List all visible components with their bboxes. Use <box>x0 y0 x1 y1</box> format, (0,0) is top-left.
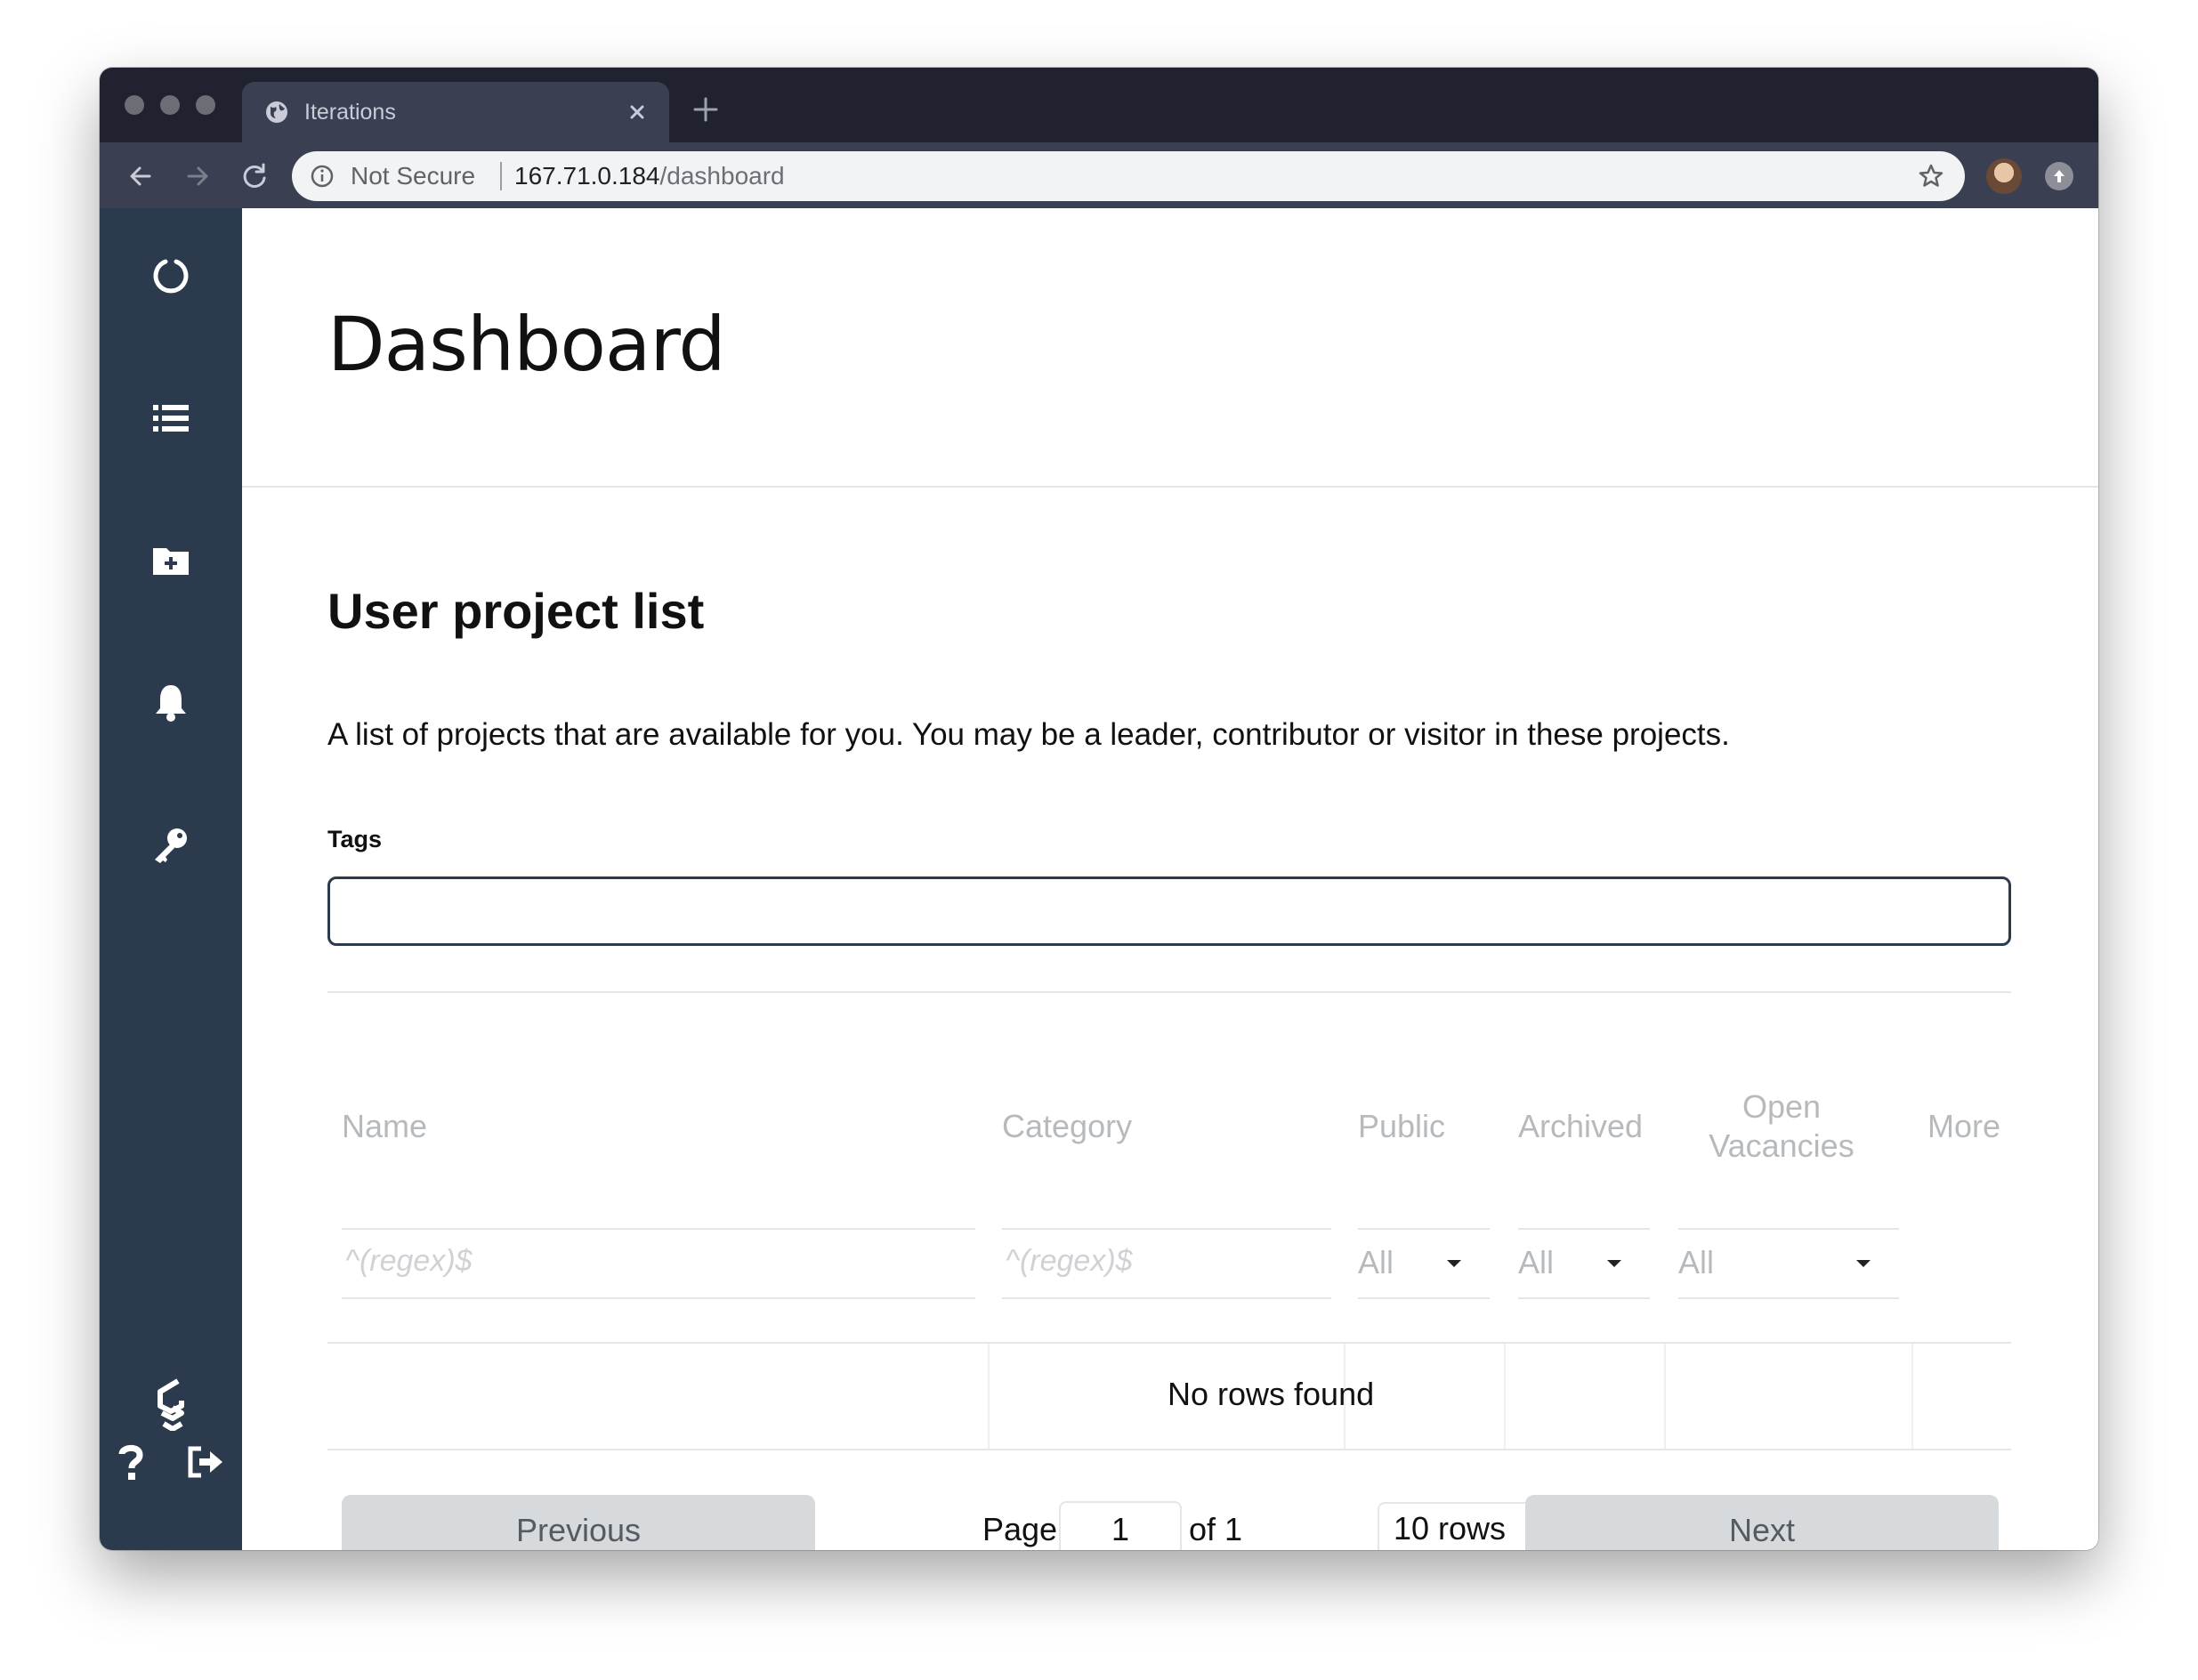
name-filter-input[interactable]: ^(regex)$ <box>345 1244 473 1279</box>
logout-icon <box>188 1446 222 1478</box>
column-header-category[interactable]: Category <box>1002 1107 1132 1146</box>
table-column-divider <box>988 1344 990 1449</box>
bookmark-star-icon[interactable] <box>1917 162 1945 190</box>
tags-input[interactable] <box>327 876 2011 946</box>
table-column-divider <box>1504 1344 1506 1449</box>
public-filter-caret-icon <box>1447 1260 1461 1267</box>
column-header-more[interactable]: More <box>1927 1107 2000 1146</box>
table-body-top-divider <box>327 1342 2011 1344</box>
reload-icon[interactable] <box>238 160 271 192</box>
public-filter-bottom-line <box>1358 1297 1490 1299</box>
category-filter-input[interactable]: ^(regex)$ <box>1006 1244 1133 1279</box>
globe-icon <box>266 101 287 123</box>
page-title: Dashboard <box>327 301 726 388</box>
minimize-window-button[interactable] <box>160 95 180 115</box>
section-title: User project list <box>327 583 705 639</box>
column-header-open-vacancies[interactable]: Open Vacancies <box>1675 1087 1888 1166</box>
help-button[interactable] <box>109 1440 153 1484</box>
table-body-bottom-divider <box>327 1449 2011 1450</box>
archived-filter-top-line <box>1518 1228 1650 1230</box>
open-vacancies-filter-bottom-line <box>1678 1297 1899 1299</box>
header-divider <box>242 486 2098 488</box>
column-header-archived[interactable]: Archived <box>1518 1107 1643 1146</box>
rows-per-page-value: 10 rows <box>1394 1510 1507 1547</box>
browser-toolbar: Not Secure 167.71.0.184/dashboard <box>100 142 2098 208</box>
next-page-button[interactable]: Next <box>1525 1495 1999 1550</box>
back-arrow-icon[interactable] <box>125 160 157 192</box>
table-top-divider <box>327 991 2011 993</box>
category-filter-top-line <box>1002 1228 1331 1230</box>
forward-arrow-icon[interactable] <box>182 160 214 192</box>
url-text: 167.71.0.184/dashboard <box>514 162 785 190</box>
list-icon <box>153 405 189 432</box>
empty-table-message: No rows found <box>1168 1376 1375 1412</box>
page-label: Page <box>982 1511 1058 1547</box>
sidebar-item-projects[interactable] <box>142 390 199 447</box>
logo-icon <box>158 1378 184 1432</box>
extension-icon[interactable] <box>2045 162 2073 190</box>
category-filter-bottom-line <box>1002 1297 1331 1299</box>
bell-icon <box>156 685 186 722</box>
name-filter-bottom-line <box>342 1297 975 1299</box>
main-content: Dashboard User project list A list of pr… <box>242 208 2098 1550</box>
security-label: Not Secure <box>351 162 476 190</box>
loading-circle-icon <box>153 259 189 294</box>
browser-titlebar: Iterations <box>100 68 2098 142</box>
new-tab-icon[interactable] <box>691 94 721 125</box>
open-vacancies-filter-top-line <box>1678 1228 1899 1230</box>
sidebar-item-notifications[interactable] <box>142 674 199 731</box>
archived-filter-caret-icon <box>1607 1260 1621 1267</box>
sidebar-item-loading[interactable] <box>142 247 199 304</box>
address-bar[interactable]: Not Secure 167.71.0.184/dashboard <box>292 151 1965 201</box>
folder-plus-icon <box>153 548 189 575</box>
open-vacancies-filter-select[interactable]: All <box>1678 1244 1714 1281</box>
app-logo[interactable] <box>142 1374 199 1432</box>
previous-page-button[interactable]: Previous <box>342 1495 815 1550</box>
archived-filter-select[interactable]: All <box>1518 1244 1554 1281</box>
table-column-divider <box>1664 1344 1666 1449</box>
page-total-label: of 1 <box>1189 1511 1243 1547</box>
section-description: A list of projects that are available fo… <box>327 717 1730 752</box>
column-header-name[interactable]: Name <box>342 1107 427 1146</box>
open-vacancies-filter-caret-icon <box>1856 1260 1871 1267</box>
address-divider <box>500 162 502 190</box>
info-icon[interactable] <box>310 164 335 189</box>
close-tab-icon[interactable] <box>623 98 651 126</box>
browser-window: Iterations Not Secure 167.71.0.184/dashb… <box>100 68 2098 1550</box>
sidebar-item-keys[interactable] <box>142 817 199 874</box>
table-column-divider <box>1911 1344 1913 1449</box>
browser-tab[interactable]: Iterations <box>242 82 669 142</box>
tags-label: Tags <box>327 826 383 852</box>
public-filter-top-line <box>1358 1228 1490 1230</box>
column-header-public[interactable]: Public <box>1358 1107 1445 1146</box>
sidebar-item-new-project[interactable] <box>142 532 199 589</box>
name-filter-top-line <box>342 1228 975 1230</box>
profile-avatar[interactable] <box>1986 158 2022 194</box>
tab-title: Iterations <box>304 100 396 125</box>
close-window-button[interactable] <box>125 95 144 115</box>
maximize-window-button[interactable] <box>196 95 215 115</box>
archived-filter-bottom-line <box>1518 1297 1650 1299</box>
app-sidebar <box>100 208 242 1550</box>
key-icon <box>155 828 187 863</box>
logout-button[interactable] <box>183 1440 228 1484</box>
public-filter-select[interactable]: All <box>1358 1244 1394 1281</box>
help-icon <box>118 1444 143 1480</box>
page-number-input[interactable]: 1 <box>1059 1501 1182 1550</box>
